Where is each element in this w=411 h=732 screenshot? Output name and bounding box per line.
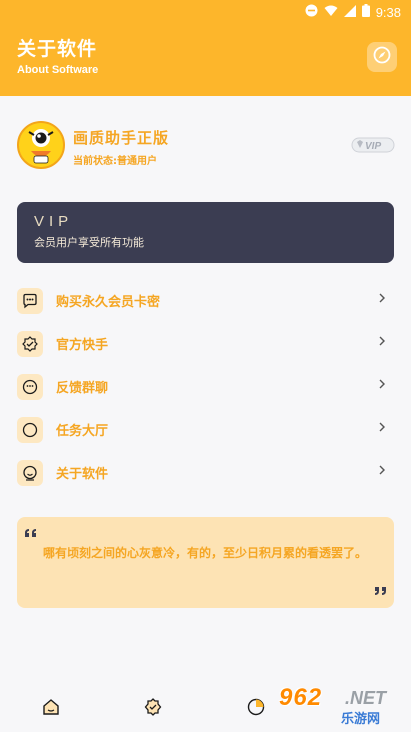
status-icons: 9:38 [305,4,401,20]
menu-label: 关于软件 [56,467,109,482]
status-time: 9:38 [375,4,401,20]
chevron-right-icon [378,378,388,394]
page-subtitle: About Software [17,64,99,76]
watermark-net: .NET [345,688,387,708]
check-badge-icon [17,330,43,357]
menu-label: 官方快手 [56,338,109,353]
badge-icon [144,698,162,720]
quote-text: 哪有顷刻之间的心灰意冷，有的，至少日积月累的看透罢了。 [43,546,368,560]
chevron-right-icon [378,335,388,351]
menu-item-buy-membership[interactable]: 购买永久会员卡密 [17,279,394,322]
compass-icon [373,46,391,68]
vip-badge: VIP [351,137,395,153]
menu-item-about-software[interactable]: 关于软件 [17,451,394,494]
nav-home[interactable] [42,698,62,718]
vip-description: 会员用户享受所有功能 [34,236,144,249]
signal-icon [343,4,356,20]
status-bar: 9:38 [0,0,411,24]
quote-card: 哪有顷刻之间的心灰意冷，有的，至少日积月累的看透罢了。 [17,517,394,608]
profile-name: 画质助手正版 [73,129,170,147]
watermark-number: 962 [279,684,323,711]
page-title: 关于软件 [17,38,98,60]
smile-icon [17,373,43,400]
menu-label: 反馈群聊 [56,381,109,396]
watermark-cn: 乐游网 [341,712,381,727]
menu-item-task-hall[interactable]: 任务大厅 [17,408,394,451]
wifi-icon [324,5,338,20]
quote-close-icon [373,581,387,600]
menu-list: 购买永久会员卡密 官方快手 反馈群聊 任务大厅 关于软件 [17,279,394,494]
menu-label: 购买永久会员卡密 [56,295,161,310]
menu-label: 任务大厅 [56,424,109,439]
chart-icon [247,698,265,720]
nav-badge[interactable] [144,698,164,718]
site-watermark: 962 .NET 乐游网 [279,682,405,730]
avatar [17,121,65,169]
circle-icon [17,416,43,443]
menu-item-official-kuaishou[interactable]: 官方快手 [17,322,394,365]
compass-button[interactable] [367,42,397,72]
battery-icon [361,4,370,20]
home-icon [42,699,60,720]
profile-section: 画质助手正版 当前状态:普通用户 VIP [17,121,395,173]
menu-item-feedback-group[interactable]: 反馈群聊 [17,365,394,408]
dnd-icon [305,4,318,20]
chevron-right-icon [378,464,388,480]
profile-status: 当前状态:普通用户 [73,156,157,167]
quote-open-icon [24,523,38,542]
info-icon [17,459,43,486]
chat-icon [17,287,43,314]
chevron-right-icon [378,292,388,308]
vip-title: VIP [34,213,74,230]
app-header: 关于软件 About Software [0,24,411,96]
chevron-right-icon [378,421,388,437]
vip-badge-label: VIP [365,141,381,152]
vip-card[interactable]: VIP 会员用户享受所有功能 [17,202,394,263]
nav-chart[interactable] [247,698,267,718]
